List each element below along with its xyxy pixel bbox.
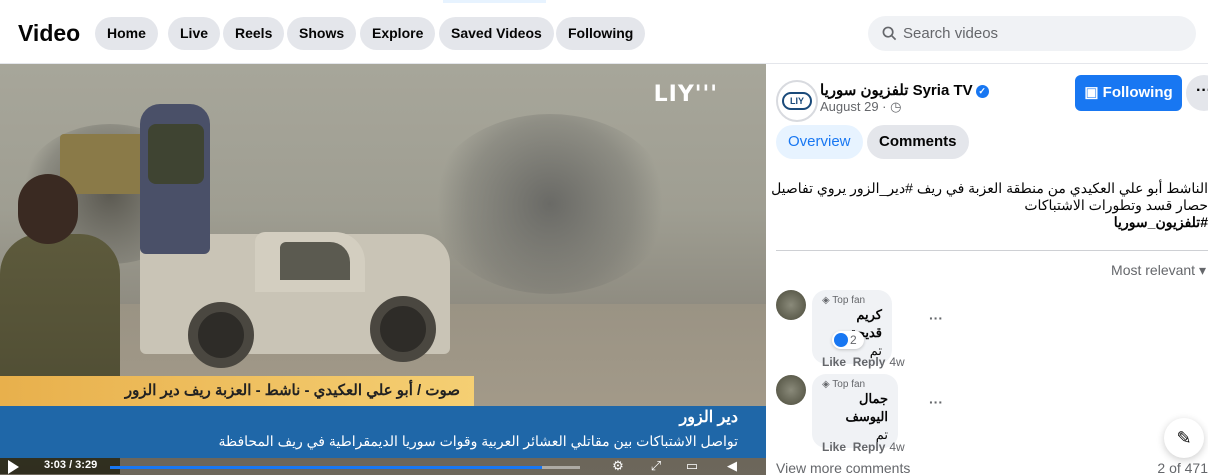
nav-reels[interactable]: Reels [223, 17, 285, 50]
lower-third-title: دير الزور [679, 409, 738, 426]
active-tab-indicator [443, 0, 546, 3]
diamond-icon: ◈ [822, 379, 833, 390]
chevron-down-icon: ▾ [1198, 262, 1206, 278]
top-bar: Video Home Live Reels Shows Explore Save… [0, 0, 1208, 64]
lower-third-yellow: صوت / أبو علي العكيدي - ناشط - العزبة ري… [0, 376, 474, 406]
nav-home[interactable]: Home [95, 17, 158, 50]
commenter-avatar[interactable] [776, 375, 806, 405]
sort-dropdown[interactable]: Most relevant ▾ [1111, 262, 1206, 279]
reply-link[interactable]: Reply [853, 355, 886, 369]
miniplayer-icon[interactable]: ▭ [684, 458, 700, 474]
lower-third-blue: دير الزور تواصل الاشتباكات بين مقاتلي ال… [0, 406, 766, 458]
comment-counter: 2 of 471 [1157, 460, 1208, 476]
post-description: الناشط أبو علي العكيدي من منطقة العزبة ف… [766, 180, 1208, 231]
reaction-count[interactable]: 2 [832, 331, 864, 349]
play-icon[interactable] [8, 460, 19, 474]
like-link[interactable]: Like [822, 355, 846, 369]
page-name[interactable]: تلفزيون سوريا Syria TV [820, 82, 973, 99]
tab-overview[interactable]: Overview [776, 125, 863, 159]
view-more-comments-link[interactable]: View more comments [776, 460, 910, 476]
mute-icon[interactable]: ◀ [724, 458, 740, 474]
hashtag-link[interactable]: #تلفزيون_سوريا [766, 214, 1208, 231]
compose-icon[interactable]: ✎ [1164, 418, 1204, 458]
nav-following[interactable]: Following [556, 17, 646, 50]
comment-age[interactable]: 4w [889, 440, 904, 454]
video-controls: 3:03 / 3:29 ⚙ ⤢ ▭ ◀ [0, 458, 766, 475]
comment-more-button[interactable]: ··· [929, 310, 943, 326]
post-date[interactable]: August 29 · ◷ [820, 99, 901, 115]
fullscreen-icon[interactable]: ⤢ [648, 458, 664, 474]
video-player[interactable]: LIY''' صوت / أبو علي العكيدي - ناشط - ال… [0, 64, 766, 475]
top-fan-badge: ◈ Top fan [822, 295, 866, 306]
post-sidebar: LIY تلفزيون سوريا Syria TV ✓ August 29 · … [766, 64, 1208, 476]
divider [776, 250, 1208, 251]
comment-more-button[interactable]: ··· [929, 394, 943, 410]
nav-saved-videos[interactable]: Saved Videos [439, 17, 554, 50]
more-options-button[interactable]: ··· [1186, 75, 1208, 111]
commenter-name[interactable]: جمال اليوسف [822, 390, 888, 426]
following-icon: ▣ [1084, 84, 1103, 101]
nav-shows[interactable]: Shows [287, 17, 357, 50]
like-link[interactable]: Like [822, 440, 846, 454]
channel-watermark: LIY''' [653, 82, 718, 107]
page-avatar[interactable]: LIY [776, 80, 818, 122]
page-name-row[interactable]: تلفزيون سوريا Syria TV ✓ [820, 81, 989, 99]
comment-actions: Like Reply 4w [822, 440, 905, 454]
time-display: 3:03 / 3:29 [44, 459, 98, 471]
comment-bubble: ◈ Top fan كريم قديحة تم [812, 290, 892, 364]
tab-comments[interactable]: Comments [867, 125, 969, 159]
settings-gear-icon[interactable]: ⚙ [610, 458, 626, 474]
progress-bar[interactable] [110, 466, 580, 469]
page-title: Video [18, 20, 81, 46]
search-placeholder: Search videos [903, 25, 999, 42]
globe-icon: ◷ [890, 99, 902, 114]
comment-bubble: ◈ Top fan جمال اليوسف تم [812, 374, 898, 448]
following-button[interactable]: ▣ Following [1075, 75, 1182, 111]
commenter-avatar[interactable] [776, 290, 806, 320]
page-logo: LIY [782, 92, 812, 110]
nav-explore[interactable]: Explore [360, 17, 436, 50]
search-icon [882, 26, 897, 41]
comment-age[interactable]: 4w [889, 355, 904, 369]
lower-third-subtitle: تواصل الاشتباكات بين مقاتلي العشائر العر… [218, 433, 738, 449]
progress-fill [110, 466, 543, 469]
search-input[interactable]: Search videos [868, 16, 1196, 51]
verified-badge-icon: ✓ [975, 85, 989, 98]
nav-live[interactable]: Live [168, 17, 221, 50]
diamond-icon: ◈ [822, 295, 833, 306]
top-fan-badge: ◈ Top fan [822, 379, 866, 390]
like-reaction-icon [834, 333, 848, 347]
reply-link[interactable]: Reply [853, 440, 886, 454]
comment-actions: Like Reply 4w [822, 355, 905, 369]
